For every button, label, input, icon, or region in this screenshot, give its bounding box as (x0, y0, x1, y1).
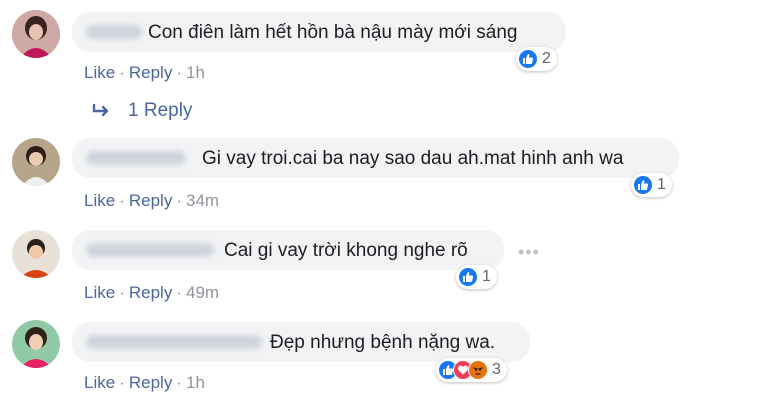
comment-actions: Like · Reply · 34m (84, 191, 219, 211)
like-reaction-icon (518, 49, 538, 69)
comment-text: Gi vay troi.cai ba nay sao dau ah.mat hi… (202, 148, 624, 169)
reply-link[interactable]: Reply (129, 373, 172, 392)
separator: · (176, 283, 182, 302)
reply-link[interactable]: Reply (129, 283, 172, 302)
reaction-summary[interactable]: 3 (436, 358, 507, 382)
separator: · (119, 63, 125, 82)
like-reaction-icon (633, 175, 653, 195)
avatar[interactable] (12, 10, 60, 58)
author-name[interactable] (86, 151, 186, 165)
comment-1: Con điên làm hết hồn bà nậu mày mới sáng… (0, 0, 760, 90)
separator: · (176, 373, 182, 392)
separator: · (119, 283, 125, 302)
reply-arrow-icon (92, 103, 112, 119)
timestamp[interactable]: 1h (186, 373, 205, 392)
like-reaction-icon (458, 267, 478, 287)
reply-link[interactable]: Reply (129, 191, 172, 210)
more-options-icon[interactable]: ••• (518, 242, 540, 263)
reaction-count: 2 (542, 50, 551, 67)
reaction-count: 1 (657, 176, 666, 193)
comment-actions: Like · Reply · 1h (84, 63, 205, 83)
avatar[interactable] (12, 320, 60, 368)
comment-2: Gi vay troi.cai ba nay sao dau ah.mat hi… (0, 128, 760, 218)
reaction-count: 1 (482, 268, 491, 285)
comment-bubble: Con điên làm hết hồn bà nậu mày mới sáng (72, 12, 566, 52)
comment-actions: Like · Reply · 1h (84, 373, 205, 393)
reply-link[interactable]: Reply (129, 63, 172, 82)
comment-bubble: Đẹp nhưng bệnh nặng wa. (72, 322, 530, 362)
reply-count-label[interactable]: 1 Reply (128, 100, 192, 122)
comment-3: Cai gi vay trời khong nghe rõ ••• 1 Like… (0, 220, 760, 310)
reaction-summary[interactable]: 1 (631, 173, 672, 197)
like-link[interactable]: Like (84, 373, 115, 392)
reaction-count: 3 (492, 361, 501, 378)
avatar[interactable] (12, 230, 60, 278)
comment-text: Đẹp nhưng bệnh nặng wa. (270, 332, 496, 353)
separator: · (119, 373, 125, 392)
author-name[interactable] (86, 335, 262, 349)
view-replies-link[interactable]: 1 Reply (92, 100, 192, 122)
comment-bubble: Gi vay troi.cai ba nay sao dau ah.mat hi… (72, 138, 679, 178)
reaction-summary[interactable]: 1 (456, 265, 497, 289)
timestamp[interactable]: 1h (186, 63, 205, 82)
like-link[interactable]: Like (84, 63, 115, 82)
comment-bubble: Cai gi vay trời khong nghe rõ (72, 230, 504, 270)
like-link[interactable]: Like (84, 283, 115, 302)
comment-4: Đẹp nhưng bệnh nặng wa. 3 Like · Reply · 1h (0, 310, 760, 408)
separator: · (119, 191, 125, 210)
comment-actions: Like · Reply · 49m (84, 283, 219, 303)
like-link[interactable]: Like (84, 191, 115, 210)
angry-reaction-icon (468, 360, 488, 380)
author-name[interactable] (86, 25, 142, 39)
author-name[interactable] (86, 243, 214, 257)
separator: · (176, 191, 182, 210)
timestamp[interactable]: 34m (186, 191, 219, 210)
separator: · (176, 63, 182, 82)
reaction-summary[interactable]: 2 (516, 47, 557, 71)
timestamp[interactable]: 49m (186, 283, 219, 302)
avatar[interactable] (12, 138, 60, 186)
comment-text: Con điên làm hết hồn bà nậu mày mới sáng (148, 22, 518, 43)
comment-text: Cai gi vay trời khong nghe rõ (224, 240, 468, 261)
